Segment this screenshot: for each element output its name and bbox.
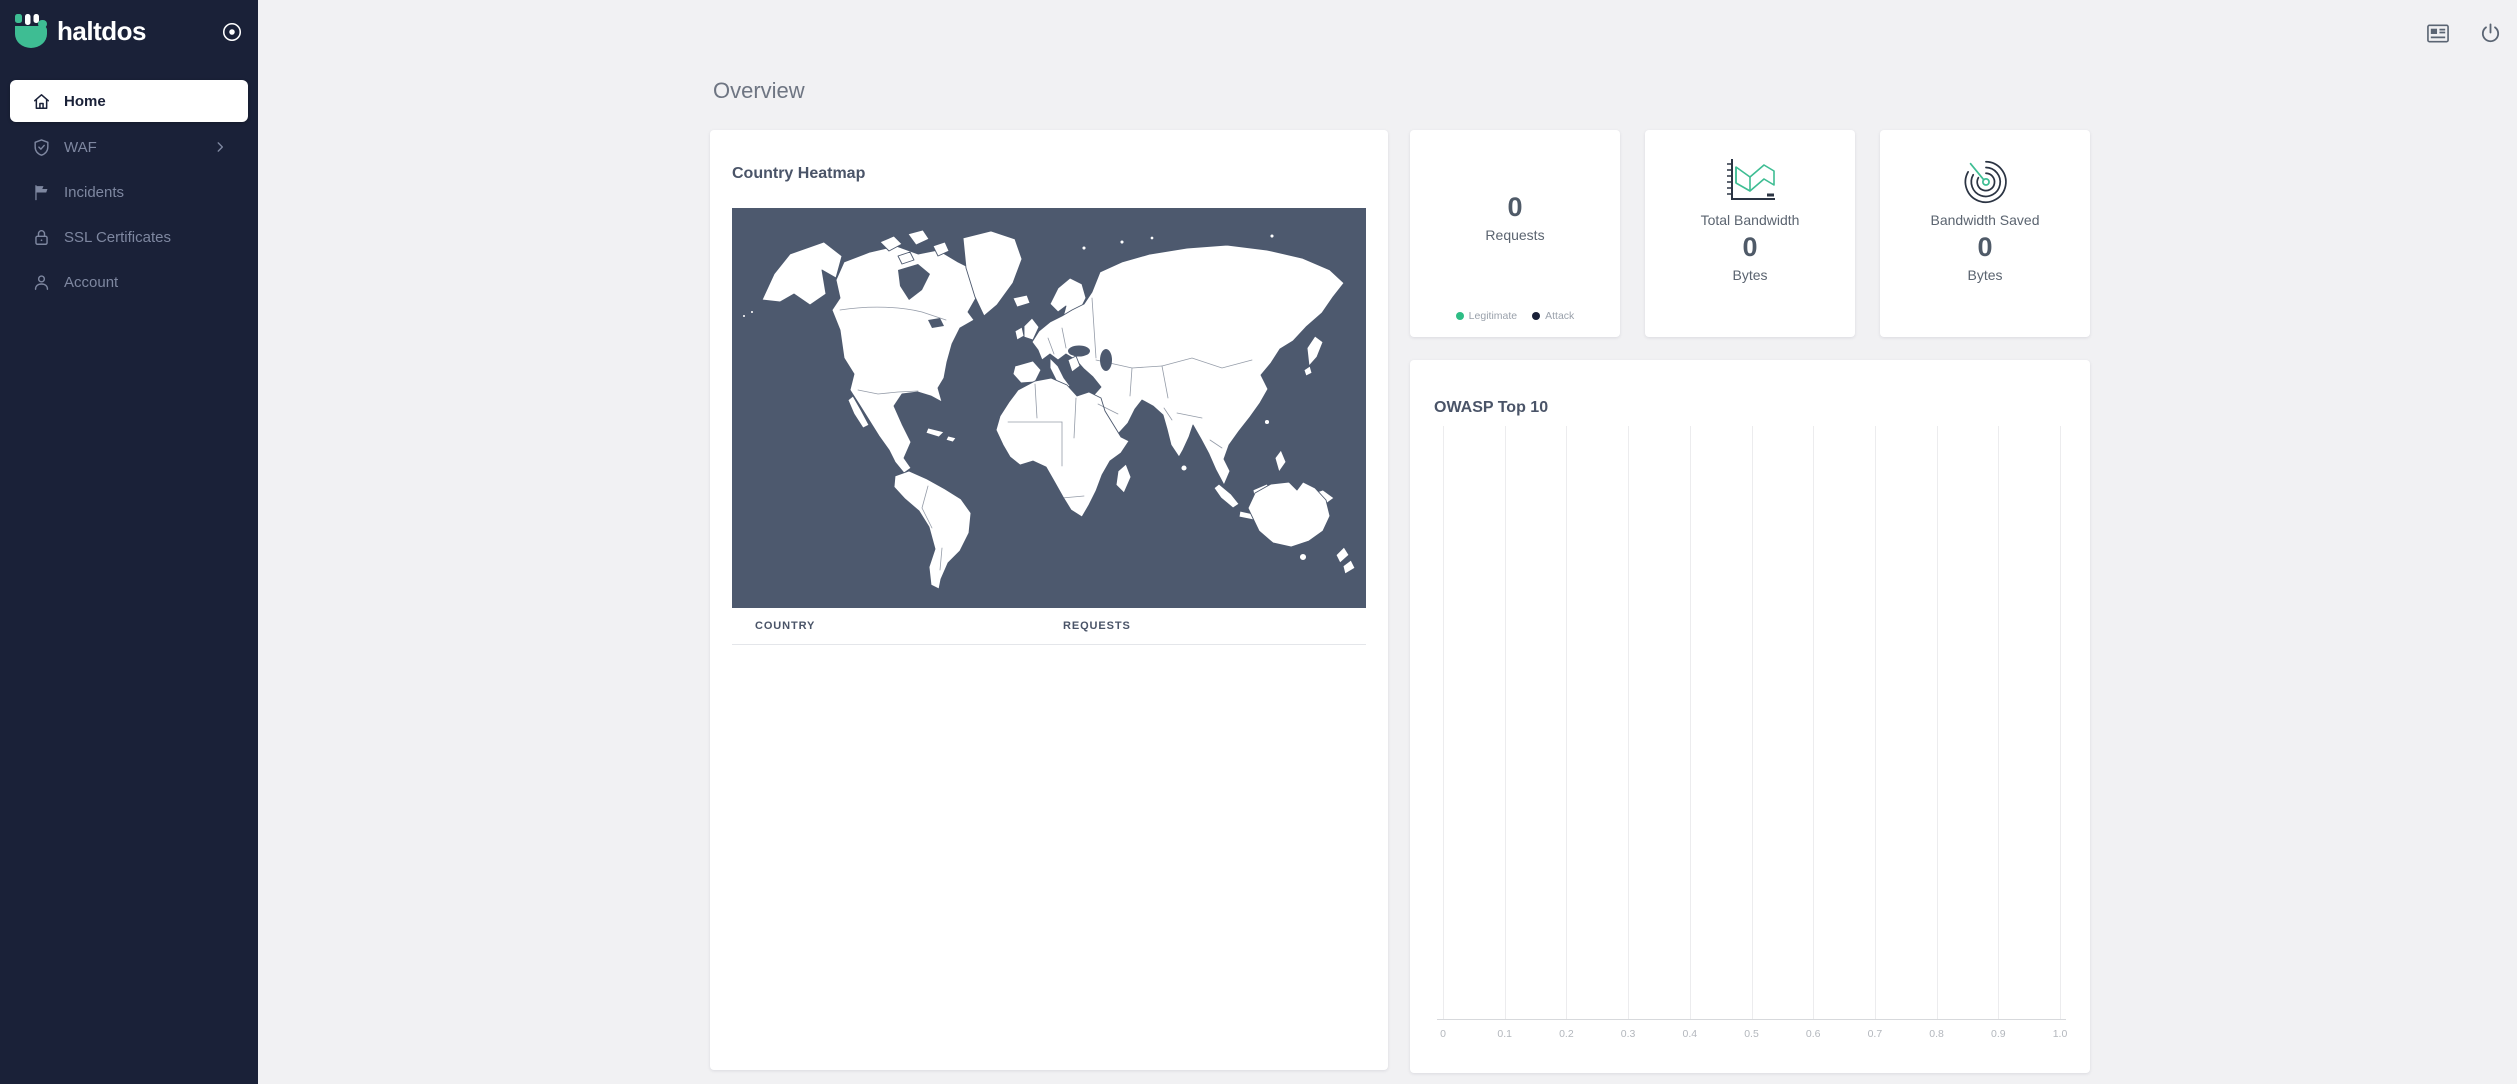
x-tick-label: 1.0 — [2053, 1028, 2068, 1040]
bandwidth-chart-icon — [1645, 155, 1855, 207]
legitimate-dot — [1456, 312, 1464, 320]
gridline — [1690, 426, 1691, 1020]
total-bandwidth-label: Total Bandwidth — [1645, 212, 1855, 228]
x-tick-label: 0.3 — [1621, 1028, 1636, 1040]
app-root: haltdos Home — [0, 0, 2517, 1084]
bandwidth-saved-stat-card: Bandwidth Saved 0 Bytes — [1880, 130, 2090, 337]
column-header-requests: REQUESTS — [1063, 608, 1366, 644]
owasp-chart — [1443, 426, 2060, 1020]
sidebar-item-waf[interactable]: WAF — [10, 125, 248, 169]
owasp-axis-labels: 00.10.20.30.40.50.60.70.80.91.0 — [1443, 1028, 2060, 1042]
x-tick-label: 0.9 — [1991, 1028, 2006, 1040]
lock-icon — [31, 227, 51, 247]
x-tick-label: 0.4 — [1682, 1028, 1697, 1040]
news-card-icon[interactable] — [2423, 21, 2453, 45]
legend-item-attack: Attack — [1532, 310, 1574, 322]
sidebar-item-label: Account — [64, 274, 118, 291]
gridline — [1443, 426, 1444, 1020]
dashboard-grid: Country Heatmap — [710, 130, 2090, 1073]
radar-icon — [1880, 155, 2090, 207]
gridline — [1937, 426, 1938, 1020]
haltdos-logo-icon — [14, 14, 48, 50]
gridline — [1628, 426, 1629, 1020]
brand-name: haltdos — [57, 16, 146, 47]
bandwidth-saved-value: 0 — [1880, 232, 2090, 262]
sidebar-item-label: WAF — [64, 139, 97, 156]
sidebar-item-label: SSL Certificates — [64, 229, 171, 246]
world-map — [732, 208, 1366, 608]
requests-stat-card: 0 Requests Legitimate Attack — [1410, 130, 1620, 337]
gridline — [2060, 426, 2061, 1020]
bandwidth-saved-label: Bandwidth Saved — [1880, 212, 2090, 228]
topbar-actions — [2423, 21, 2505, 45]
requests-legend: Legitimate Attack — [1410, 310, 1620, 322]
sidebar-toggle-icon[interactable] — [220, 20, 244, 44]
legend-label: Legitimate — [1469, 310, 1517, 322]
sidebar-item-incidents[interactable]: Incidents — [10, 170, 248, 214]
brand: haltdos — [0, 0, 258, 52]
x-tick-label: 0.7 — [1868, 1028, 1883, 1040]
attack-dot — [1532, 312, 1540, 320]
sidebar-item-label: Home — [64, 93, 106, 110]
right-column: 0 Requests Legitimate Attack — [1410, 130, 2090, 1073]
sidebar-item-home[interactable]: Home — [10, 80, 248, 122]
world-map-svg — [732, 208, 1366, 608]
x-tick-label: 0.1 — [1497, 1028, 1512, 1040]
country-heatmap-title: Country Heatmap — [732, 165, 1366, 183]
main-area: Overview Country Heatmap — [258, 0, 2517, 1084]
sidebar-item-ssl-certificates[interactable]: SSL Certificates — [10, 215, 248, 259]
owasp-top10-title: OWASP Top 10 — [1434, 399, 1548, 417]
x-tick-label: 0.8 — [1929, 1028, 1944, 1040]
bandwidth-saved-unit: Bytes — [1880, 267, 2090, 283]
power-icon[interactable] — [2475, 21, 2505, 45]
legend-label: Attack — [1545, 310, 1574, 322]
x-tick-label: 0 — [1440, 1028, 1446, 1040]
gridline — [1875, 426, 1876, 1020]
requests-value: 0 — [1410, 192, 1620, 222]
chevron-right-icon — [213, 140, 227, 154]
country-heatmap-card: Country Heatmap — [710, 130, 1388, 1070]
gridline — [1998, 426, 1999, 1020]
column-header-country: COUNTRY — [732, 608, 1063, 644]
x-tick-label: 0.5 — [1744, 1028, 1759, 1040]
sidebar-nav: Home WAF — [0, 80, 258, 304]
sidebar: haltdos Home — [0, 0, 258, 1084]
home-icon — [31, 91, 51, 111]
gridline — [1813, 426, 1814, 1020]
gridline — [1752, 426, 1753, 1020]
total-bandwidth-value: 0 — [1645, 232, 1855, 262]
country-requests-table: COUNTRY REQUESTS — [732, 608, 1366, 645]
page-title: Overview — [713, 78, 2090, 104]
sidebar-item-account[interactable]: Account — [10, 260, 248, 304]
x-tick-label: 0.6 — [1806, 1028, 1821, 1040]
user-icon — [31, 272, 51, 292]
sidebar-item-label: Incidents — [64, 184, 124, 201]
page-content: Overview Country Heatmap — [710, 0, 2090, 1073]
stats-row: 0 Requests Legitimate Attack — [1410, 130, 2090, 337]
requests-label: Requests — [1410, 227, 1620, 243]
gridline — [1566, 426, 1567, 1020]
total-bandwidth-unit: Bytes — [1645, 267, 1855, 283]
shield-icon — [31, 137, 51, 157]
table-header-row: COUNTRY REQUESTS — [732, 608, 1366, 644]
x-tick-label: 0.2 — [1559, 1028, 1574, 1040]
flag-icon — [31, 182, 51, 202]
gridline — [1505, 426, 1506, 1020]
legend-item-legitimate: Legitimate — [1456, 310, 1517, 322]
total-bandwidth-stat-card: Total Bandwidth 0 Bytes — [1645, 130, 1855, 337]
owasp-top10-card: OWASP Top 10 0 0.1 0.2 0.3 0.4 0.5 0.6 0.7 0.8 0.… — [1410, 360, 2090, 1073]
